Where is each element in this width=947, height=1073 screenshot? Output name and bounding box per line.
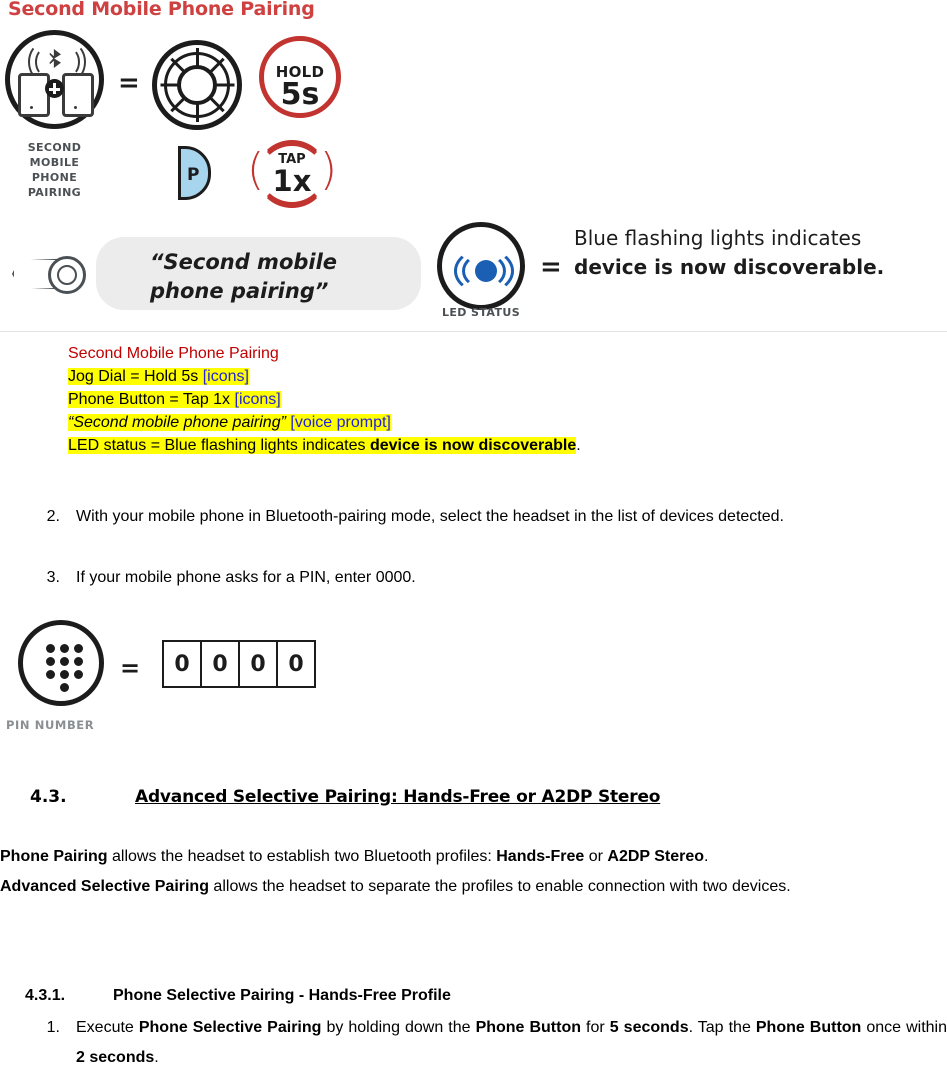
annotation-block: Second Mobile Phone Pairing Jog Dial = H… bbox=[68, 342, 828, 457]
substep-bold-term: Phone Selective Pairing bbox=[138, 1019, 322, 1036]
second-mobile-phone-pairing-icon bbox=[5, 30, 104, 129]
hold-5s-icon: HOLD 5s bbox=[259, 36, 341, 118]
led-status-caption: LED STATUS bbox=[441, 306, 521, 319]
substep-text: . Tap the bbox=[688, 1019, 756, 1036]
led-text-bold: device is now discoverable. bbox=[574, 255, 885, 279]
infographic-panel: Second Mobile Phone Pairing SECOND MOBIL… bbox=[0, 0, 947, 332]
paragraph-text: or bbox=[584, 848, 608, 865]
jog-dial-icon bbox=[152, 40, 242, 130]
paragraph-bold-term: A2DP Stereo bbox=[607, 848, 705, 865]
plus-badge-icon bbox=[45, 79, 64, 98]
headset-icon bbox=[12, 252, 88, 298]
paragraph-advanced-selective-pairing: Advanced Selective Pairing allows the he… bbox=[0, 872, 947, 902]
annotation-line-3-tag: [icons] bbox=[234, 391, 281, 408]
annotation-line-2-text: Jog Dial = Hold 5s bbox=[68, 368, 203, 385]
paragraph-text: allows the headset to establish two Blue… bbox=[107, 848, 497, 865]
annotation-line-1: Second Mobile Phone Pairing bbox=[68, 345, 279, 362]
list-item: 2. With your mobile phone in Bluetooth-p… bbox=[20, 502, 947, 532]
led-status-icon bbox=[437, 222, 525, 310]
pin-number-icon bbox=[18, 620, 104, 706]
caption-line: SECOND bbox=[27, 141, 82, 154]
voice-prompt-line: “Second mobile bbox=[150, 250, 338, 274]
tap-value: 1x bbox=[272, 164, 312, 198]
phone-button-icon: P bbox=[178, 146, 211, 200]
paragraph-bold-term: Hands-Free bbox=[496, 848, 585, 865]
subsection-title: Phone Selective Pairing - Hands-Free Pro… bbox=[113, 987, 451, 1004]
annotation-line-4-tag: [voice prompt] bbox=[285, 414, 391, 431]
substep-bold-term: Phone Button bbox=[755, 1019, 862, 1036]
bt-wave-right-2-icon bbox=[60, 48, 80, 76]
list-item-text: With your mobile phone in Bluetooth-pair… bbox=[76, 508, 784, 525]
substep-text: once within bbox=[861, 1019, 947, 1036]
substep-bold-term: 5 seconds bbox=[609, 1019, 689, 1036]
led-text-plain: Blue flashing lights indicates bbox=[574, 226, 862, 250]
annotation-line-3: Phone Button = Tap 1x [icons] bbox=[68, 391, 281, 408]
annotation-line-3-text: Phone Button = Tap 1x bbox=[68, 391, 235, 408]
section-number: 4.3. bbox=[30, 787, 67, 807]
hold-value: 5s bbox=[280, 77, 320, 112]
led-status-description: Blue flashing lights indicates device is… bbox=[574, 224, 934, 282]
paragraph-text: . bbox=[704, 848, 709, 865]
list-item-text: Execute Phone Selective Pairing by holdi… bbox=[76, 1013, 947, 1073]
list-item-number: 3. bbox=[46, 569, 60, 586]
paragraph-text: allows the headset to separate the profi… bbox=[208, 878, 791, 895]
annotation-line-5-bold: device is now discoverable bbox=[369, 437, 577, 454]
pin-digit-boxes: 0 0 0 0 bbox=[162, 640, 316, 688]
voice-prompt-line: phone pairing” bbox=[150, 279, 329, 303]
subsection-heading: 4.3.1. Phone Selective Pairing - Hands-F… bbox=[25, 987, 925, 1005]
caption-line: PAIRING bbox=[27, 186, 82, 199]
annotation-line-4-quote: “Second mobile phone pairing” bbox=[68, 414, 286, 431]
subsection-number: 4.3.1. bbox=[25, 987, 66, 1004]
substep-text: . bbox=[154, 1049, 159, 1066]
phone-left-icon bbox=[18, 73, 50, 117]
second-phone-caption: SECOND MOBILE PHONE PAIRING bbox=[5, 140, 104, 200]
pin-number-graphic: PIN NUMBER = 0 0 0 0 bbox=[0, 612, 330, 742]
phone-right-icon bbox=[62, 73, 94, 117]
paragraph-phone-pairing: Phone Pairing allows the headset to esta… bbox=[0, 842, 947, 872]
equals-sign-2: = bbox=[540, 252, 562, 282]
infographic-title: Second Mobile Phone Pairing bbox=[8, 0, 315, 20]
pin-digit: 0 bbox=[288, 651, 304, 677]
substep-text: by holding down the bbox=[321, 1019, 476, 1036]
list-item-number: 1. bbox=[46, 1019, 60, 1036]
annotation-line-2-tag: [icons] bbox=[202, 368, 249, 385]
annotation-line-5: LED status = Blue flashing lights indica… bbox=[68, 437, 577, 454]
phone-button-letter: P bbox=[187, 165, 200, 185]
substep-text: Execute bbox=[76, 1019, 139, 1036]
annotation-line-5-period: . bbox=[576, 437, 581, 454]
pin-digit: 0 bbox=[164, 642, 202, 686]
pin-digit: 0 bbox=[240, 642, 278, 686]
voice-prompt-text: “Second mobile phone pairing” bbox=[150, 248, 420, 306]
tap-1x-icon: ( ) TAP 1x bbox=[247, 140, 337, 210]
equals-sign-1: = bbox=[118, 68, 140, 98]
pin-equals-sign: = bbox=[120, 654, 141, 682]
section-heading: 4.3. Advanced Selective Pairing: Hands-F… bbox=[30, 787, 930, 807]
list-item-text: If your mobile phone asks for a PIN, ent… bbox=[76, 569, 416, 586]
pin-digit: 0 bbox=[202, 642, 240, 686]
substep-text: for bbox=[581, 1019, 610, 1036]
list-item: 1. Execute Phone Selective Pairing by ho… bbox=[20, 1013, 947, 1073]
annotation-line-2: Jog Dial = Hold 5s [icons] bbox=[68, 368, 249, 385]
caption-line: MOBILE bbox=[29, 156, 80, 169]
caption-line: PHONE bbox=[31, 171, 78, 184]
paragraph-bold-term: Phone Pairing bbox=[0, 848, 108, 865]
list-item: 3. If your mobile phone asks for a PIN, … bbox=[20, 563, 947, 593]
pin-number-label: PIN NUMBER bbox=[6, 718, 95, 732]
substep-bold-term: Phone Button bbox=[475, 1019, 582, 1036]
section-divider bbox=[0, 331, 947, 332]
annotation-line-4: “Second mobile phone pairing” [voice pro… bbox=[68, 414, 391, 431]
substep-bold-term: 2 seconds bbox=[76, 1049, 155, 1066]
section-title: Advanced Selective Pairing: Hands-Free o… bbox=[135, 787, 661, 807]
list-item-number: 2. bbox=[46, 508, 60, 525]
paragraph-bold-term: Advanced Selective Pairing bbox=[0, 878, 209, 895]
annotation-line-5-text: LED status = Blue flashing lights indica… bbox=[68, 437, 370, 454]
